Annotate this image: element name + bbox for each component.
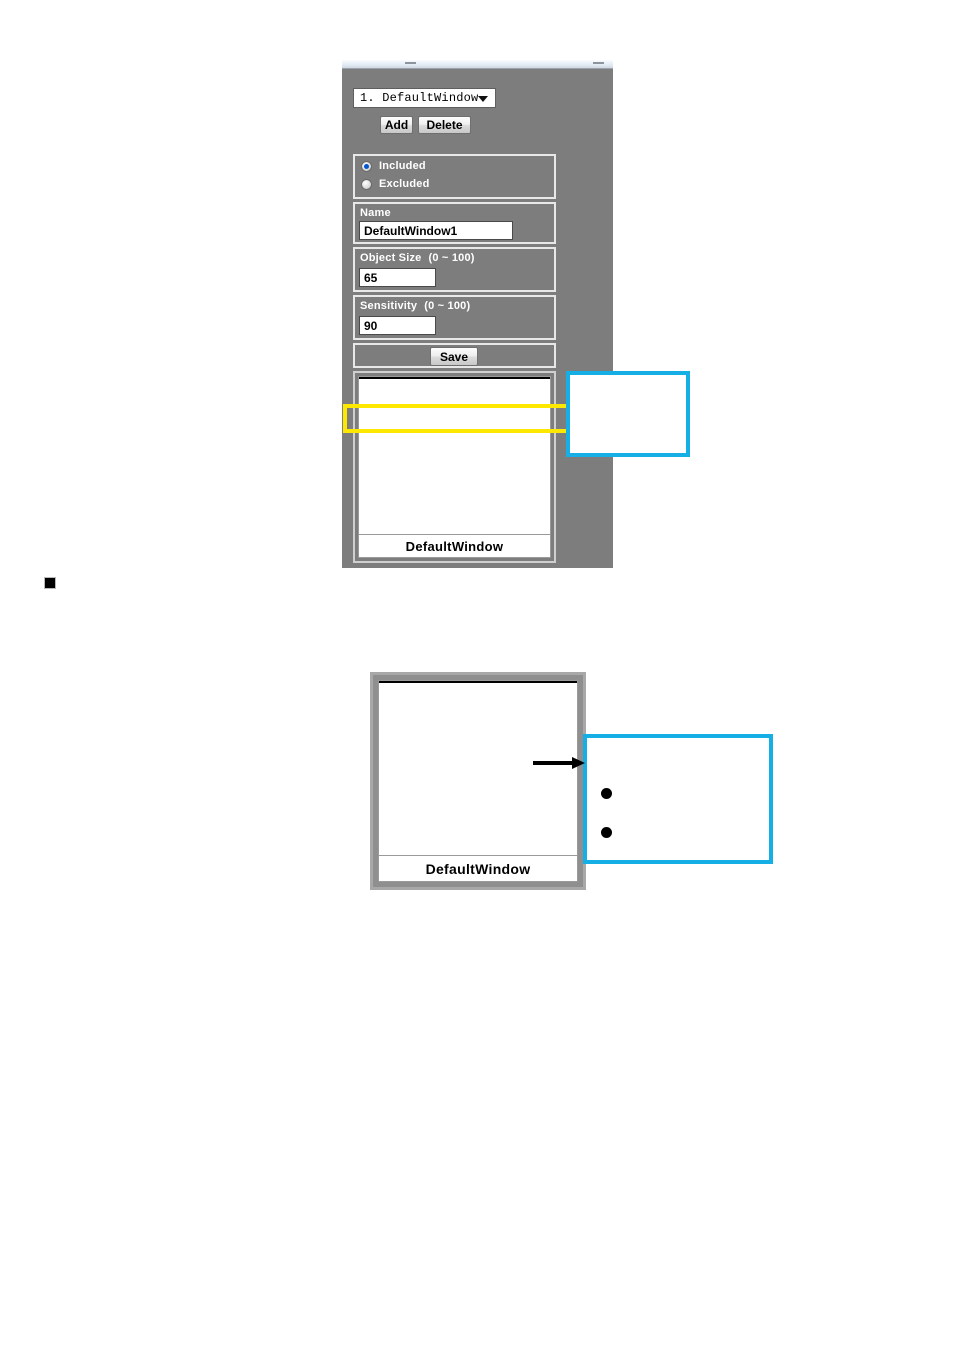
threshold-line bbox=[359, 377, 550, 379]
object-size-label: Object Size (0 ~ 100) bbox=[360, 252, 475, 264]
window-selector-dropdown[interactable]: 1. DefaultWindow bbox=[353, 88, 496, 108]
object-size-label-text: Object Size bbox=[360, 252, 422, 264]
object-size-value: 65 bbox=[364, 270, 378, 285]
titlebar-strip-left bbox=[405, 62, 416, 64]
chart-plot-area bbox=[359, 377, 550, 529]
chart-caption: DefaultWindow bbox=[379, 855, 577, 881]
motion-detection-config-panel: 1. DefaultWindow Add Delete Included Exc… bbox=[342, 60, 613, 568]
section-bullet-marker bbox=[44, 577, 56, 589]
highlight-rectangle bbox=[343, 404, 572, 433]
radio-excluded[interactable]: Excluded bbox=[361, 178, 430, 190]
motion-histogram-chart-standalone: DefaultWindow bbox=[370, 672, 586, 890]
titlebar-strip-right bbox=[593, 62, 604, 64]
name-label: Name bbox=[360, 207, 391, 219]
panel-body: 1. DefaultWindow Add Delete Included Exc… bbox=[342, 69, 613, 568]
callout-bullet-icon bbox=[601, 827, 612, 838]
pointer-arrow-icon bbox=[533, 757, 585, 769]
chart-frame: DefaultWindow bbox=[378, 680, 578, 882]
callout-box-top bbox=[566, 371, 690, 457]
object-size-input[interactable]: 65 bbox=[359, 268, 436, 287]
radio-excluded-label: Excluded bbox=[379, 178, 430, 190]
window-selector-value: 1. DefaultWindow bbox=[360, 91, 479, 105]
add-button[interactable]: Add bbox=[380, 116, 413, 134]
radio-included-label: Included bbox=[379, 160, 426, 172]
radio-included[interactable]: Included bbox=[361, 160, 426, 172]
object-size-range: (0 ~ 100) bbox=[428, 252, 475, 264]
scope-group: Included Excluded bbox=[353, 154, 556, 199]
radio-unselected-icon bbox=[361, 178, 372, 190]
arrow-head bbox=[572, 757, 585, 769]
threshold-line bbox=[379, 681, 577, 683]
callout-bullet-icon bbox=[601, 788, 612, 799]
sensitivity-label: Sensitivity (0 ~ 100) bbox=[360, 300, 470, 312]
sensitivity-value: 90 bbox=[364, 318, 378, 333]
radio-selected-icon bbox=[361, 160, 372, 172]
sensitivity-range: (0 ~ 100) bbox=[424, 300, 471, 312]
arrow-shaft bbox=[533, 761, 573, 765]
name-input[interactable]: DefaultWindow1 bbox=[359, 221, 513, 240]
chevron-down-icon bbox=[478, 96, 488, 102]
delete-button[interactable]: Delete bbox=[418, 116, 471, 134]
save-group: Save bbox=[353, 343, 556, 368]
name-group: Name DefaultWindow1 bbox=[353, 202, 556, 244]
panel-titlebar bbox=[342, 60, 613, 69]
sensitivity-label-text: Sensitivity bbox=[360, 300, 418, 312]
motion-histogram-chart-panel: DefaultWindow bbox=[353, 371, 556, 563]
save-button[interactable]: Save bbox=[430, 347, 478, 366]
chart-caption: DefaultWindow bbox=[359, 534, 550, 557]
object-size-group: Object Size (0 ~ 100) 65 bbox=[353, 247, 556, 292]
callout-box-bottom bbox=[583, 734, 773, 864]
chart-bars bbox=[359, 377, 550, 529]
sensitivity-group: Sensitivity (0 ~ 100) 90 bbox=[353, 295, 556, 340]
sensitivity-input[interactable]: 90 bbox=[359, 316, 436, 335]
name-input-value: DefaultWindow1 bbox=[364, 223, 458, 238]
